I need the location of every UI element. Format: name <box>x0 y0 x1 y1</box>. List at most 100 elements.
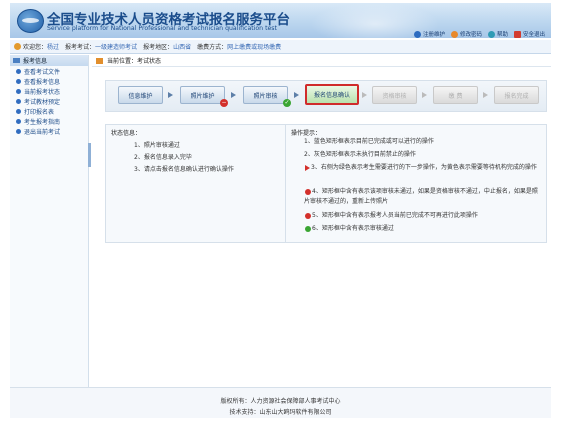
pay-value: 网上缴费或现场缴费 <box>227 44 282 51</box>
header-banner: 全国专业技术人员资格考试报名服务平台 Service platform for … <box>10 3 551 38</box>
bullet-icon <box>16 128 21 134</box>
error-badge-icon <box>305 188 311 195</box>
red-arrow-icon <box>305 164 310 171</box>
status-title: 状态信息： <box>111 130 142 137</box>
bullet-icon <box>16 98 21 104</box>
tips-title: 操作提示： <box>291 130 322 137</box>
register-label: 注册维护 <box>422 32 445 38</box>
step-photo-review[interactable]: 照片审核 ✓ <box>243 86 291 107</box>
step-arrow <box>294 92 299 98</box>
step-qualification-review: 资格审核 <box>372 86 417 104</box>
step-confirm-registration[interactable]: 报名信息确认 <box>305 84 359 105</box>
platform-subtitle: Service platform for National Profession… <box>47 25 277 32</box>
sidebar-item-print-form[interactable]: 打印报名表 <box>10 106 88 116</box>
breadcrumb: 当前位置： 考试状态 <box>92 55 551 67</box>
step-complete: 报名完成 <box>494 86 539 104</box>
sidebar: 报考信息 查看考试文件 查看报考信息 当前报考状态 考试教材预定 打印报名表 考… <box>10 55 89 387</box>
tip-item: 6、矩形框中含有表示审核通过 <box>304 224 540 234</box>
top-links: 注册维护 修改密码 帮助 安全退出 <box>413 30 545 38</box>
progress-steps: 信息维护 照片维护 − 照片审核 ✓ 报名信息确认 资格审核 缴 费 报名完成 <box>105 80 547 112</box>
sidebar-item-label: 退出当前考试 <box>24 128 61 136</box>
tips-panel: 操作提示： 1、蓝色矩形框表示目前已完成或可以进行的操作 2、灰色矩形框表示未执… <box>286 125 546 242</box>
help-icon <box>487 30 495 38</box>
step-label: 报名信息确认 <box>313 92 350 99</box>
welcome-value: 杨过 <box>47 44 60 51</box>
tip-item: 2、灰色矩形框表示未执行目前禁止的操作 <box>304 151 416 158</box>
step-payment: 缴 费 <box>433 86 478 104</box>
home-icon <box>96 57 103 64</box>
tip-item: 5、矩形框中含有表示报考人员当前已完成不可再进行此项操作 <box>304 211 540 221</box>
status-line: 2、报名信息录入完毕 <box>134 154 192 161</box>
help-link[interactable]: 帮助 <box>487 30 508 38</box>
sidebar-item-exit-exam[interactable]: 退出当前考试 <box>10 126 88 136</box>
exam-value: 一级建造师考试 <box>95 44 138 51</box>
password-link[interactable]: 修改密码 <box>450 30 482 38</box>
user-info-bar: 欢迎您： 杨过 报考考试： 一级建造师考试 报考地区： 山西省 缴费方式： 网上… <box>10 40 551 54</box>
folder-icon <box>13 58 20 63</box>
tip-item: 3、右侧为绿色表示考生需要进行的下一步操作，为黄色表示需要等待机构完成的操作 <box>304 163 540 173</box>
status-panel: 状态信息： 1、照片审核通过 2、报名信息录入完毕 3、请点击报名信息确认进行确… <box>106 125 286 242</box>
step-photo-maintain[interactable]: 照片维护 − <box>180 86 228 107</box>
sidebar-item-label: 考生报考指南 <box>24 118 61 126</box>
exam-label: 报考考试： <box>65 44 96 51</box>
tip-text: 5、矩形框中含有表示报考人员当前已完成不可再进行此项操作 <box>312 212 478 219</box>
footer-copyright: 版权所有：人力资源社会保障部人事考试中心 <box>220 398 341 405</box>
sidebar-item-view-registration[interactable]: 查看报考信息 <box>10 76 88 86</box>
register-icon <box>413 30 421 38</box>
password-label: 修改密码 <box>459 32 482 38</box>
region-label: 报考地区： <box>143 44 174 51</box>
tip-text: 6、矩形框中含有表示审核通过 <box>312 225 394 232</box>
user-icon <box>14 43 21 50</box>
sidebar-item-guide[interactable]: 考生报考指南 <box>10 116 88 126</box>
tip-text: 3、右侧为绿色表示考生需要进行的下一步操作，为黄色表示需要等待机构完成的操作 <box>311 164 537 171</box>
step-arrow <box>422 92 427 98</box>
bullet-icon <box>16 68 21 74</box>
tip-item: 1、蓝色矩形框表示目前已完成或可以进行的操作 <box>304 138 434 145</box>
footer-support: 技术支持：山东山大鸥玛软件有限公司 <box>229 409 332 416</box>
password-icon <box>450 30 458 38</box>
content-panels: 状态信息： 1、照片审核通过 2、报名信息录入完毕 3、请点击报名信息确认进行确… <box>105 124 547 243</box>
platform-logo <box>17 9 44 33</box>
step-label: 照片审核 <box>253 92 278 100</box>
sidebar-header[interactable]: 报考信息 <box>10 55 88 66</box>
status-line: 1、照片审核通过 <box>134 142 180 149</box>
error-badge-icon: − <box>220 99 228 107</box>
sidebar-item-label: 打印报名表 <box>24 108 55 116</box>
step-arrow <box>483 92 488 98</box>
step-arrow <box>168 92 173 98</box>
status-line: 3、请点击报名信息确认进行确认操作 <box>134 166 234 173</box>
help-label: 帮助 <box>496 32 508 38</box>
register-link[interactable]: 注册维护 <box>413 30 445 38</box>
bullet-icon <box>16 88 21 94</box>
page-frame: 全国专业技术人员资格考试报名服务平台 Service platform for … <box>10 3 551 418</box>
sidebar-item-label: 查看报考信息 <box>24 78 61 86</box>
error-badge-icon <box>305 212 311 219</box>
sidebar-item-label: 查看考试文件 <box>24 68 61 76</box>
sidebar-item-exam-files[interactable]: 查看考试文件 <box>10 66 88 76</box>
bullet-icon <box>16 108 21 114</box>
logout-label: 安全退出 <box>522 32 545 38</box>
logout-link[interactable]: 安全退出 <box>513 30 545 38</box>
step-label: 报名完成 <box>504 92 529 100</box>
step-label: 照片维护 <box>190 92 215 100</box>
step-label: 缴 费 <box>448 92 463 100</box>
sidebar-collapse-handle[interactable] <box>88 143 91 167</box>
step-label: 信息维护 <box>128 92 153 100</box>
step-arrow <box>362 92 367 98</box>
check-badge-icon: ✓ <box>283 99 291 107</box>
step-arrow <box>231 92 236 98</box>
tip-text: 4、矩形框中含有表示该项审核未通过，如果是资格审核不通过，中止报名，如果是照片审… <box>304 188 538 205</box>
logout-icon <box>513 30 521 38</box>
bullet-icon <box>16 118 21 124</box>
step-info-maintain[interactable]: 信息维护 <box>118 86 163 104</box>
sidebar-item-label: 当前报考状态 <box>24 88 61 96</box>
footer: 版权所有：人力资源社会保障部人事考试中心 技术支持：山东山大鸥玛软件有限公司 <box>10 387 551 418</box>
location-value: 考试状态 <box>137 58 162 65</box>
sidebar-item-textbook-order[interactable]: 考试教材预定 <box>10 96 88 106</box>
tip-item: 4、矩形框中含有表示该项审核未通过，如果是资格审核不通过，中止报名，如果是照片审… <box>304 187 540 207</box>
sidebar-item-label: 考试教材预定 <box>24 98 61 106</box>
location-label: 当前位置： <box>107 58 138 65</box>
region-value: 山西省 <box>173 44 192 51</box>
check-badge-icon <box>305 225 311 232</box>
sidebar-item-current-status[interactable]: 当前报考状态 <box>10 86 88 96</box>
